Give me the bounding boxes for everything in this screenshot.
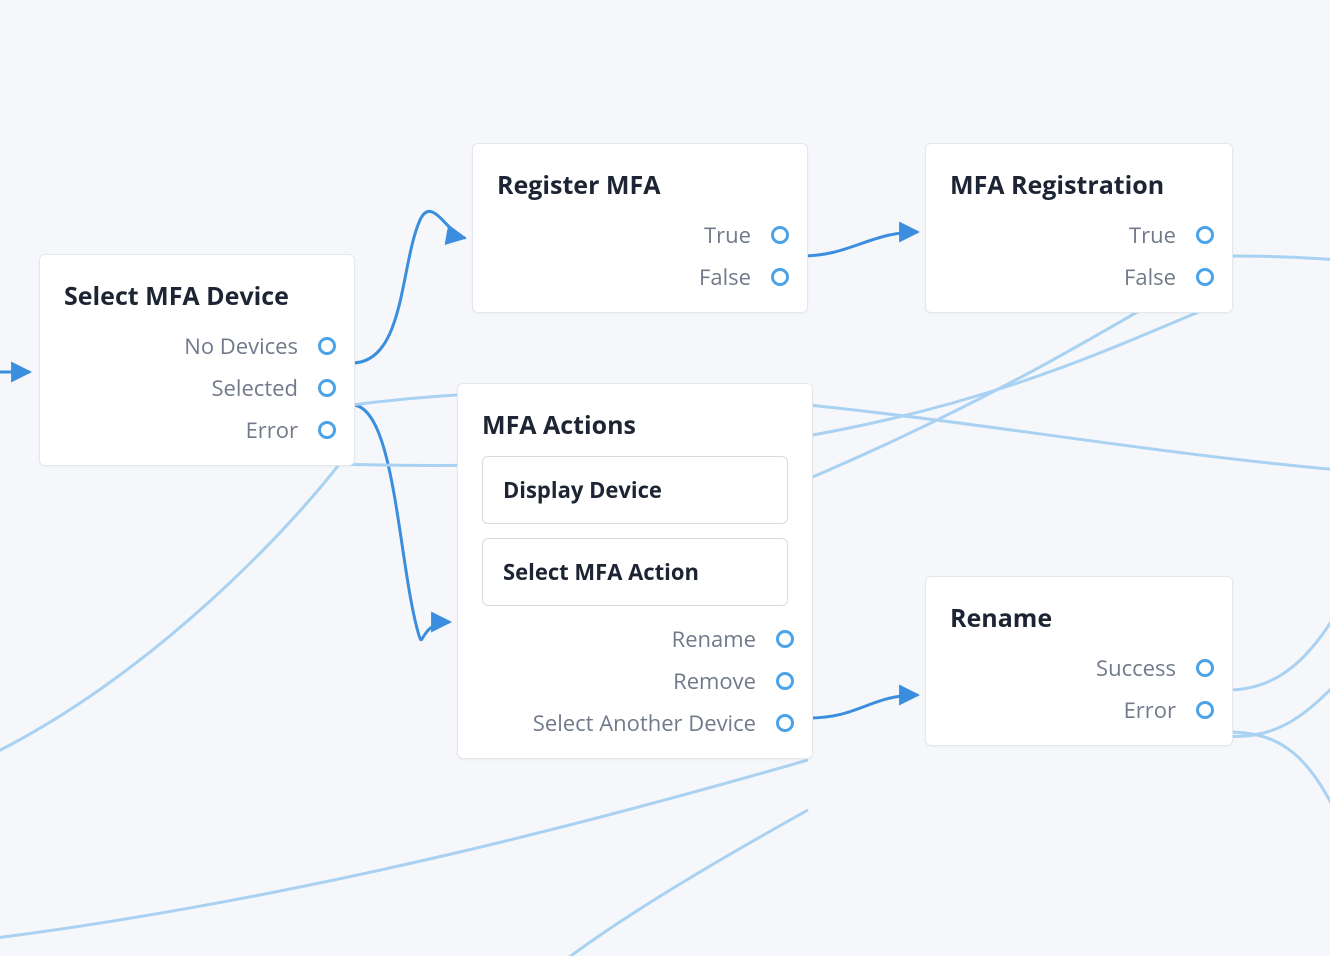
port-icon[interactable] (776, 714, 794, 732)
edge-rename-to-rename-node (808, 695, 918, 718)
output-label: No Devices (184, 331, 298, 361)
output-false[interactable]: False (950, 262, 1208, 292)
edge-actions-selectanother-out (540, 810, 808, 956)
node-title: Select MFA Device (64, 279, 330, 313)
edge-select-error-out (0, 447, 352, 760)
node-outputs: Rename Remove Select Another Device (482, 624, 788, 738)
port-icon[interactable] (771, 226, 789, 244)
edge-nodvc-to-register (352, 211, 465, 363)
output-label: Success (1096, 653, 1176, 683)
output-label: True (1129, 220, 1176, 250)
node-mfa-registration[interactable]: MFA Registration True False (925, 143, 1233, 313)
node-rename[interactable]: Rename Success Error (925, 576, 1233, 746)
port-icon[interactable] (318, 421, 336, 439)
node-mfa-actions[interactable]: MFA Actions Display Device Select MFA Ac… (457, 383, 813, 759)
output-label: Rename (672, 624, 756, 654)
port-icon[interactable] (1196, 268, 1214, 286)
node-title: MFA Registration (950, 168, 1208, 202)
output-true[interactable]: True (950, 220, 1208, 250)
output-select-another-device[interactable]: Select Another Device (482, 708, 788, 738)
output-false[interactable]: False (497, 262, 783, 292)
edge-rename-error-out-b (1228, 680, 1330, 736)
node-select-mfa-device[interactable]: Select MFA Device No Devices Selected Er… (39, 254, 355, 466)
output-no-devices[interactable]: No Devices (64, 331, 330, 361)
sub-card-select-mfa-action[interactable]: Select MFA Action (482, 538, 788, 606)
output-success[interactable]: Success (950, 653, 1208, 683)
node-outputs: True False (497, 220, 783, 292)
output-error[interactable]: Error (64, 415, 330, 445)
edge-rename-success-out (1228, 600, 1330, 690)
edge-register-true-to-registration (802, 232, 918, 256)
output-label: Remove (673, 666, 756, 696)
output-label: False (1124, 262, 1176, 292)
output-remove[interactable]: Remove (482, 666, 788, 696)
output-rename[interactable]: Rename (482, 624, 788, 654)
port-icon[interactable] (771, 268, 789, 286)
edge-actions-remove-out (0, 760, 808, 940)
node-outputs: True False (950, 220, 1208, 292)
port-icon[interactable] (1196, 659, 1214, 677)
edge-mfa-registration-true-out (1228, 256, 1330, 260)
output-label: Select Another Device (533, 708, 756, 738)
output-label: Selected (211, 373, 298, 403)
node-title: Rename (950, 601, 1208, 635)
port-icon[interactable] (318, 337, 336, 355)
port-icon[interactable] (318, 379, 336, 397)
port-icon[interactable] (1196, 701, 1214, 719)
output-label: False (699, 262, 751, 292)
output-label: True (704, 220, 751, 250)
output-label: Error (1124, 695, 1176, 725)
node-outputs: Success Error (950, 653, 1208, 725)
edge-selected-to-actions (352, 405, 450, 640)
sub-card-display-device[interactable]: Display Device (482, 456, 788, 524)
port-icon[interactable] (1196, 226, 1214, 244)
output-true[interactable]: True (497, 220, 783, 250)
port-icon[interactable] (776, 630, 794, 648)
output-label: Error (246, 415, 298, 445)
output-selected[interactable]: Selected (64, 373, 330, 403)
node-title: Register MFA (497, 168, 783, 202)
edge-rename-error-out-a (1228, 732, 1330, 820)
node-outputs: No Devices Selected Error (64, 331, 330, 445)
node-register-mfa[interactable]: Register MFA True False (472, 143, 808, 313)
output-error[interactable]: Error (950, 695, 1208, 725)
port-icon[interactable] (776, 672, 794, 690)
node-title: MFA Actions (482, 408, 788, 442)
